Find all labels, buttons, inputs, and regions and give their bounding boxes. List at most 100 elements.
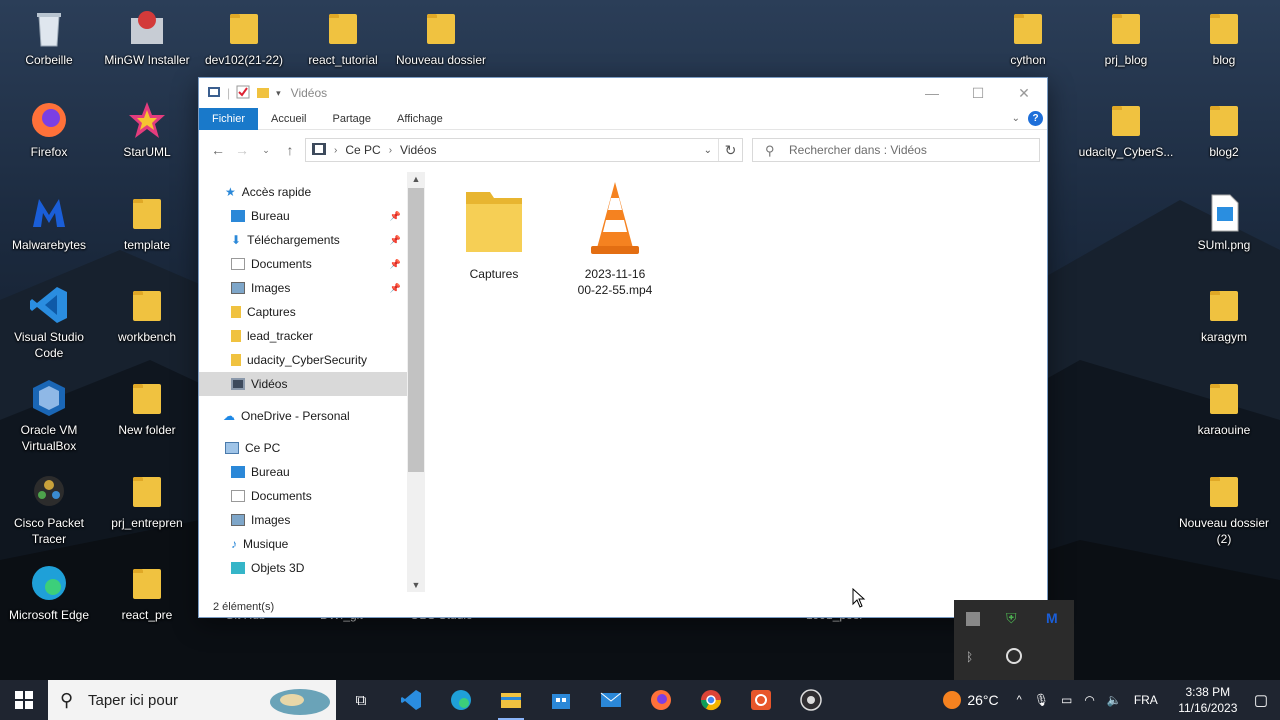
security-shield-icon[interactable]: ⛨: [1006, 610, 1017, 627]
wifi-icon[interactable]: ◠: [1084, 693, 1094, 707]
taskbar-store[interactable]: [536, 680, 586, 720]
nav-pc-images[interactable]: Images: [199, 508, 407, 532]
taskbar-firefox[interactable]: [636, 680, 686, 720]
breadcrumb-ce-pc[interactable]: Ce PC: [345, 143, 380, 157]
nav-pc-objets-3d[interactable]: Objets 3D: [199, 556, 407, 580]
taskbar-search-box[interactable]: ⚲ Taper ici pour: [48, 680, 336, 720]
nav-pc-documents[interactable]: Documents: [199, 484, 407, 508]
malwarebytes-tray-icon[interactable]: M: [1046, 610, 1058, 626]
nav-pc-musique[interactable]: ♪ Musique: [199, 532, 407, 556]
file-item-video[interactable]: 2023-11-16 00-22-55.mp4: [567, 180, 663, 298]
file-explorer-window[interactable]: | ▾ Vidéos — ☐ ✕ Fichier Accueil Partage…: [198, 77, 1048, 618]
notification-icon[interactable]: ▢: [1254, 691, 1268, 709]
scroll-up-icon[interactable]: ▲: [407, 174, 425, 184]
taskbar-file-explorer[interactable]: [486, 680, 536, 720]
desktop-icon-packet-tracer[interactable]: Cisco Packet Tracer: [1, 471, 97, 547]
weather-icon[interactable]: [943, 691, 962, 709]
desktop-icon-staruml[interactable]: StarUML: [99, 100, 195, 160]
show-hidden-icons-button[interactable]: ^: [1017, 694, 1022, 706]
desktop-icon-vscode[interactable]: Visual Studio Code: [1, 285, 97, 361]
scroll-down-icon[interactable]: ▼: [407, 580, 425, 590]
desktop-folder-template[interactable]: template: [99, 193, 195, 253]
taskbar-chrome[interactable]: [686, 680, 736, 720]
forward-button[interactable]: →: [230, 142, 254, 158]
nav-quick-access[interactable]: ★ Accès rapide: [199, 180, 407, 204]
desktop-folder-nouveau-dossier-2[interactable]: Nouveau dossier (2): [1176, 471, 1272, 547]
clock[interactable]: 3:38 PM 11/16/2023: [1170, 684, 1246, 716]
search-box[interactable]: ⚲ Rechercher dans : Vidéos: [752, 138, 1040, 162]
refresh-button[interactable]: ↻: [718, 139, 742, 161]
recent-locations-button[interactable]: ⌄: [254, 145, 278, 156]
desktop-folder-react-pre[interactable]: react_pre: [99, 563, 195, 623]
taskbar-git-app[interactable]: [736, 680, 786, 720]
close-button[interactable]: ✕: [1001, 78, 1047, 108]
desktop-folder-karagym[interactable]: karagym: [1176, 285, 1272, 345]
task-view-button[interactable]: ⧉: [336, 680, 386, 720]
desktop-icon-edge[interactable]: Microsoft Edge: [1, 563, 97, 623]
taskbar-vscode[interactable]: [386, 680, 436, 720]
desktop-folder-workbench[interactable]: workbench: [99, 285, 195, 345]
start-button[interactable]: [0, 680, 48, 720]
title-bar[interactable]: | ▾ Vidéos — ☐ ✕: [199, 78, 1047, 108]
back-button[interactable]: ←: [206, 142, 230, 158]
desktop-folder-nouveau-dossier[interactable]: Nouveau dossier: [393, 8, 489, 68]
up-button[interactable]: ↑: [278, 142, 302, 158]
desktop-icon-virtualbox[interactable]: Oracle VM VirtualBox: [1, 378, 97, 454]
nav-udacity[interactable]: udacity_CyberSecurity: [199, 348, 407, 372]
status-bar-count: 2 élément(s): [213, 601, 275, 613]
volume-icon[interactable]: 🔈: [1107, 693, 1122, 707]
desktop-folder-dev102[interactable]: dev102(21-22): [196, 8, 292, 68]
microphone-icon[interactable]: 🎙: [1034, 693, 1049, 707]
properties-icon[interactable]: [236, 85, 250, 102]
desktop-folder-blog2[interactable]: blog2: [1176, 100, 1272, 160]
tab-fichier[interactable]: Fichier: [199, 107, 259, 130]
desktop-folder-karaouine[interactable]: karaouine: [1176, 378, 1272, 438]
file-item-captures[interactable]: Captures: [446, 182, 542, 282]
address-dropdown-icon[interactable]: ⌄: [704, 145, 712, 156]
address-bar[interactable]: › Ce PC › Vidéos ⌄ ↻: [305, 138, 743, 162]
nav-captures[interactable]: Captures: [199, 300, 407, 324]
language-indicator[interactable]: FRA: [1134, 693, 1158, 707]
desktop-icon-firefox[interactable]: Firefox: [1, 100, 97, 160]
desktop-icon-malwarebytes[interactable]: Malwarebytes: [1, 193, 97, 253]
nav-documents[interactable]: Documents 📌: [199, 252, 407, 276]
new-folder-icon[interactable]: [256, 85, 270, 102]
weather-temperature[interactable]: 26°C: [967, 692, 998, 708]
nav-lead-tracker[interactable]: lead_tracker: [199, 324, 407, 348]
scrollbar-thumb[interactable]: [408, 188, 424, 472]
expand-ribbon-icon[interactable]: ⌄: [1012, 113, 1020, 124]
desktop-folder-new-folder[interactable]: New folder: [99, 378, 195, 438]
nav-ce-pc[interactable]: Ce PC: [199, 436, 407, 460]
desktop-file-suml[interactable]: SUml.png: [1176, 193, 1272, 253]
nav-pane-scrollbar[interactable]: ▲ ▼: [407, 172, 425, 592]
nav-images[interactable]: Images 📌: [199, 276, 407, 300]
nav-pc-bureau[interactable]: Bureau: [199, 460, 407, 484]
breadcrumb-videos[interactable]: Vidéos: [400, 143, 436, 157]
bluetooth-icon[interactable]: ᛒ: [966, 650, 973, 664]
tray-app-icon[interactable]: [966, 612, 980, 626]
desktop-icon-recycle-bin[interactable]: Corbeille: [1, 8, 97, 68]
help-icon[interactable]: ?: [1028, 111, 1043, 126]
battery-icon[interactable]: ▭: [1061, 693, 1072, 707]
desktop-folder-blog[interactable]: blog: [1176, 8, 1272, 68]
desktop-icon-mingw[interactable]: MinGW Installer: [99, 8, 195, 68]
quick-access-dropdown-icon[interactable]: ▾: [276, 88, 281, 99]
desktop-folder-prj-blog[interactable]: prj_blog: [1078, 8, 1174, 68]
nav-videos[interactable]: Vidéos: [199, 372, 407, 396]
minimize-button[interactable]: —: [909, 78, 955, 108]
taskbar-edge[interactable]: [436, 680, 486, 720]
taskbar-mail[interactable]: [586, 680, 636, 720]
desktop-folder-udacity[interactable]: udacity_CyberS...: [1078, 100, 1174, 160]
desktop-folder-react-tutorial[interactable]: react_tutorial: [295, 8, 391, 68]
tab-accueil[interactable]: Accueil: [258, 108, 319, 130]
desktop-folder-prj-entrepren[interactable]: prj_entrepren: [99, 471, 195, 531]
maximize-button[interactable]: ☐: [955, 78, 1001, 108]
nav-bureau[interactable]: Bureau 📌: [199, 204, 407, 228]
obs-tray-icon[interactable]: [1006, 648, 1022, 664]
desktop-folder-cython[interactable]: cython: [980, 8, 1076, 68]
nav-onedrive[interactable]: ☁ OneDrive - Personal: [199, 404, 407, 428]
taskbar-obs[interactable]: [786, 680, 836, 720]
nav-telechargements[interactable]: ⬇ Téléchargements 📌: [199, 228, 407, 252]
tab-affichage[interactable]: Affichage: [384, 108, 456, 130]
tab-partage[interactable]: Partage: [319, 108, 384, 130]
